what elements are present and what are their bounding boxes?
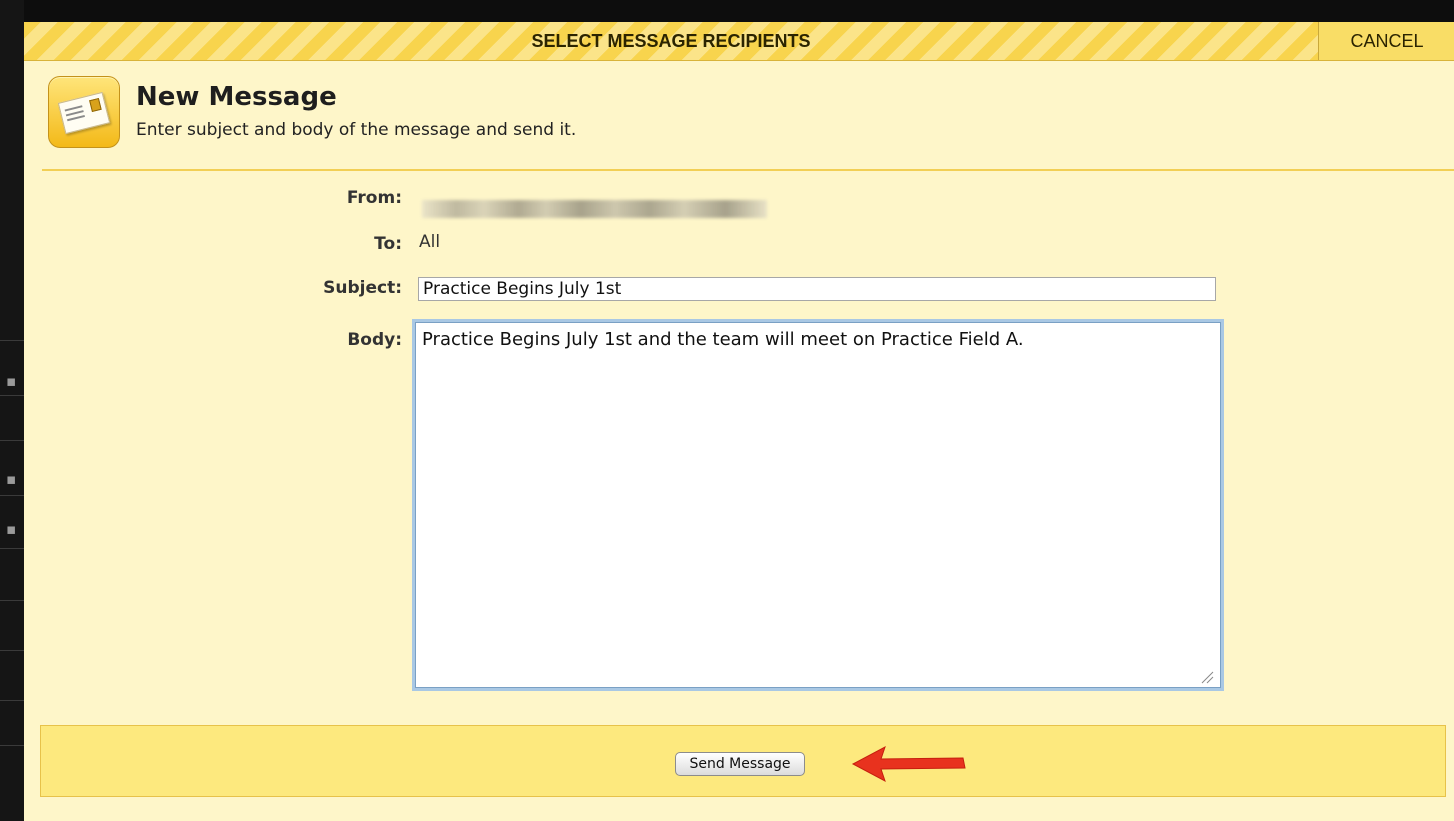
dialog-header: New Message Enter subject and body of th… <box>24 60 1454 170</box>
background-glyph: ▪ <box>6 520 17 538</box>
background-row <box>0 548 24 549</box>
dialog-titlebar: SELECT MESSAGE RECIPIENTS CANCEL <box>24 22 1454 61</box>
background-row <box>0 745 24 746</box>
send-message-button[interactable]: Send Message <box>675 752 805 776</box>
resize-grip-icon[interactable] <box>1200 670 1214 684</box>
from-value-redacted <box>422 200 767 218</box>
background-glyph: ▪ <box>6 470 17 488</box>
page-subtitle: Enter subject and body of the message an… <box>136 120 577 140</box>
subject-input[interactable] <box>418 277 1216 301</box>
background-row <box>0 440 24 441</box>
body-textarea[interactable]: Practice Begins July 1st and the team wi… <box>415 322 1221 688</box>
background-page-strip: ▪ ▪ ▪ <box>0 0 24 821</box>
background-row <box>0 700 24 701</box>
new-message-dialog: SELECT MESSAGE RECIPIENTS CANCEL New Mes… <box>24 22 1454 821</box>
cancel-button[interactable]: CANCEL <box>1318 22 1454 60</box>
subject-label: Subject: <box>323 278 402 298</box>
page-title: New Message <box>136 82 337 112</box>
background-glyph: ▪ <box>6 372 17 390</box>
to-label: To: <box>374 234 402 254</box>
background-row <box>0 600 24 601</box>
background-row <box>0 395 24 396</box>
red-arrow-annotation-icon <box>851 745 966 783</box>
envelope-shape <box>57 91 111 135</box>
to-value: All <box>419 232 441 252</box>
background-row <box>0 650 24 651</box>
dialog-footer: Send Message <box>40 725 1446 797</box>
background-row <box>0 340 24 341</box>
dialog-title: SELECT MESSAGE RECIPIENTS <box>531 31 811 51</box>
stamp-shape <box>89 97 102 113</box>
header-divider <box>42 169 1454 171</box>
envelope-icon <box>48 76 120 148</box>
background-row <box>0 495 24 496</box>
body-label: Body: <box>347 330 402 350</box>
from-label: From: <box>346 188 402 208</box>
